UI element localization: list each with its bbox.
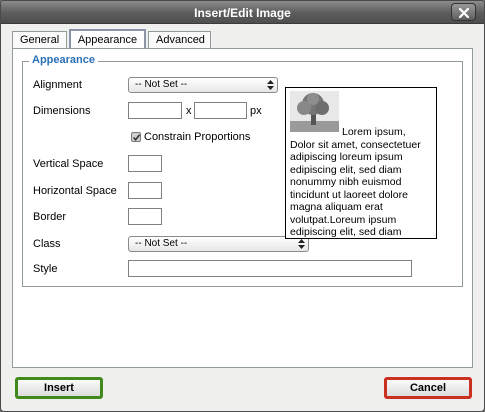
style-input[interactable] xyxy=(128,260,412,277)
insert-edit-image-dialog: Insert/Edit Image General Appearance Adv… xyxy=(0,0,485,412)
tab-appearance[interactable]: Appearance xyxy=(69,29,146,49)
image-preview: Lorem ipsum, Dolor sit amet, consectetue… xyxy=(285,87,437,239)
close-button[interactable] xyxy=(451,3,476,21)
class-value: -- Not Set -- xyxy=(135,238,188,249)
constrain-proportions-label: Constrain Proportions xyxy=(144,131,251,143)
checkmark-icon xyxy=(132,134,141,142)
cancel-button[interactable]: Cancel xyxy=(384,377,472,399)
alignment-select[interactable]: -- Not Set -- xyxy=(128,77,278,93)
constrain-proportions-checkbox[interactable] xyxy=(131,132,141,142)
select-arrows-icon xyxy=(298,239,305,249)
dimensions-separator: x xyxy=(186,105,192,117)
vertical-space-label: Vertical Space xyxy=(33,158,104,170)
width-input[interactable] xyxy=(128,102,182,119)
insert-button[interactable]: Insert xyxy=(15,377,103,399)
tab-panel: Appearance Alignment -- Not Set -- Dimen… xyxy=(12,48,473,368)
class-select[interactable]: -- Not Set -- xyxy=(128,236,309,252)
title-bar[interactable]: Insert/Edit Image xyxy=(1,1,484,24)
vertical-space-input[interactable] xyxy=(128,155,162,172)
appearance-fieldset: Appearance Alignment -- Not Set -- Dimen… xyxy=(22,54,463,287)
alignment-value: -- Not Set -- xyxy=(135,79,188,90)
horizontal-space-label: Horizontal Space xyxy=(33,185,117,197)
horizontal-space-input[interactable] xyxy=(128,182,162,199)
alignment-label: Alignment xyxy=(33,79,82,91)
tab-general[interactable]: General xyxy=(12,31,67,49)
dimensions-label: Dimensions xyxy=(33,105,91,117)
class-label: Class xyxy=(33,238,61,250)
style-label: Style xyxy=(33,263,58,275)
border-label: Border xyxy=(33,211,67,223)
preview-lorem-text: Lorem ipsum, Dolor sit amet, consectetue… xyxy=(290,126,421,238)
dialog-title: Insert/Edit Image xyxy=(194,6,291,20)
fieldset-legend: Appearance xyxy=(29,54,98,66)
close-icon xyxy=(459,8,469,18)
tab-advanced[interactable]: Advanced xyxy=(148,31,211,49)
height-input[interactable] xyxy=(194,102,247,119)
border-input[interactable] xyxy=(128,208,162,225)
dimensions-unit: px xyxy=(250,105,262,117)
select-arrows-icon xyxy=(267,80,274,90)
